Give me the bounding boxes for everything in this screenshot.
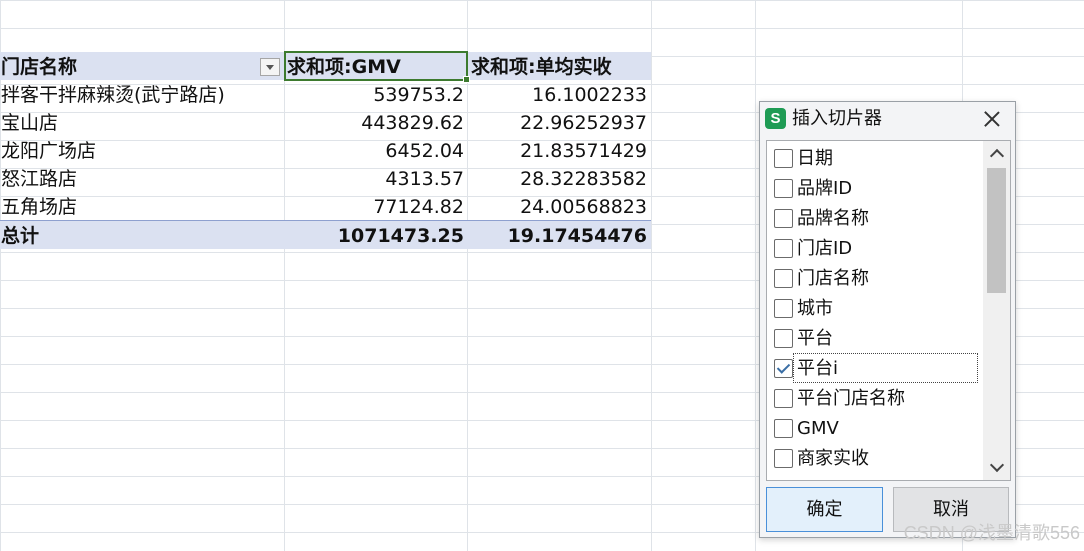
store-name-cell[interactable]: 五角场店 bbox=[0, 192, 283, 220]
checkbox[interactable] bbox=[774, 269, 793, 288]
field-option-label: 品牌ID bbox=[797, 178, 853, 199]
field-option-label: 平台门店名称 bbox=[797, 388, 905, 409]
checkbox[interactable] bbox=[774, 449, 793, 468]
gmv-cell[interactable]: 443829.62 bbox=[284, 108, 464, 136]
total-avg-receipt[interactable]: 19.17454476 bbox=[468, 221, 647, 249]
avg-receipt-cell[interactable]: 21.83571429 bbox=[468, 136, 647, 164]
total-gmv[interactable]: 1071473.25 bbox=[284, 221, 464, 249]
gmv-sum-header[interactable]: 求和项:GMV bbox=[284, 52, 467, 80]
pivot-row: 怒江路店 4313.57 28.32283582 bbox=[0, 164, 651, 192]
pivot-header-row: 门店名称 求和项:GMV 求和项:单均实收 bbox=[0, 52, 651, 80]
gmv-cell[interactable]: 539753.2 bbox=[284, 80, 464, 108]
checkbox[interactable] bbox=[774, 419, 793, 438]
field-option[interactable]: 门店ID bbox=[767, 235, 981, 261]
insert-slicer-dialog: S 插入切片器 日期品牌ID 品牌名称门店ID 门店名称城市平台平台i 平台门店名称 G… bbox=[759, 101, 1016, 538]
avg-receipt-cell[interactable]: 16.1002233 bbox=[468, 80, 647, 108]
store-name-cell[interactable]: 拌客干拌麻辣烫(武宁路店) bbox=[0, 80, 283, 108]
checkbox[interactable] bbox=[774, 209, 793, 228]
avg-receipt-cell[interactable]: 22.96252937 bbox=[468, 108, 647, 136]
gmv-cell[interactable]: 6452.04 bbox=[284, 136, 464, 164]
field-option-label: 日期 bbox=[797, 148, 833, 169]
scroll-up-button[interactable] bbox=[983, 141, 1010, 165]
checkbox[interactable] bbox=[774, 389, 793, 408]
checkbox[interactable] bbox=[774, 239, 793, 258]
field-option-label: 门店名称 bbox=[797, 268, 869, 289]
store-name-cell[interactable]: 龙阳广场店 bbox=[0, 136, 283, 164]
field-option-label: 平台 bbox=[797, 328, 833, 349]
scroll-down-button[interactable] bbox=[983, 456, 1010, 480]
checkbox[interactable] bbox=[774, 179, 793, 198]
field-list[interactable]: 日期品牌ID 品牌名称门店ID 门店名称城市平台平台i 平台门店名称 GMV 商家实收 bbox=[766, 140, 1011, 481]
field-option-label: 平台i bbox=[797, 358, 839, 379]
wps-app-icon: S bbox=[765, 108, 786, 129]
dialog-title: 插入切片器 bbox=[792, 108, 882, 129]
field-option[interactable]: 平台 bbox=[767, 325, 981, 351]
ok-button[interactable]: 确定 bbox=[766, 487, 883, 532]
total-label[interactable]: 总计 bbox=[0, 221, 283, 249]
field-option[interactable]: 品牌名称 bbox=[767, 205, 981, 231]
avg-receipt-sum-header[interactable]: 求和项:单均实收 bbox=[468, 52, 650, 80]
pivot-row: 五角场店 77124.82 24.00568823 bbox=[0, 192, 651, 220]
gmv-cell[interactable]: 77124.82 bbox=[284, 192, 464, 220]
scrollbar-thumb[interactable] bbox=[987, 168, 1006, 293]
checkbox-checked[interactable] bbox=[774, 359, 793, 378]
store-name-cell[interactable]: 怒江路店 bbox=[0, 164, 283, 192]
column-divider bbox=[651, 0, 652, 551]
field-option[interactable]: 门店名称 bbox=[767, 265, 981, 291]
dialog-title-bar[interactable]: S 插入切片器 bbox=[760, 102, 1015, 138]
close-icon[interactable] bbox=[981, 108, 1003, 130]
gmv-cell[interactable]: 4313.57 bbox=[284, 164, 464, 192]
filter-dropdown-button[interactable] bbox=[260, 58, 280, 76]
vertical-scrollbar[interactable] bbox=[983, 141, 1010, 480]
checkbox[interactable] bbox=[774, 299, 793, 318]
pivot-row: 拌客干拌麻辣烫(武宁路店) 539753.2 16.1002233 bbox=[0, 80, 651, 108]
chevron-up-icon bbox=[989, 148, 1005, 164]
field-option[interactable]: 商家实收 bbox=[767, 445, 981, 471]
column-divider bbox=[755, 0, 756, 551]
chevron-down-icon bbox=[989, 457, 1005, 473]
field-option[interactable]: 平台i bbox=[767, 353, 981, 383]
avg-receipt-cell[interactable]: 24.00568823 bbox=[468, 192, 647, 220]
field-option[interactable]: GMV bbox=[767, 415, 981, 441]
field-option[interactable]: 城市 bbox=[767, 295, 981, 321]
field-option[interactable]: 品牌ID bbox=[767, 175, 981, 201]
field-option-label: 商家实收 bbox=[797, 448, 869, 469]
store-name-header[interactable]: 门店名称 bbox=[0, 52, 283, 80]
pivot-total-row: 总计 1071473.25 19.17454476 bbox=[0, 220, 651, 249]
field-option-label: 品牌名称 bbox=[797, 208, 869, 229]
store-name-cell[interactable]: 宝山店 bbox=[0, 108, 283, 136]
field-option-label: GMV bbox=[797, 418, 839, 439]
dropdown-arrow-icon bbox=[266, 65, 274, 70]
watermark: CSDN @浅墨清歌556 bbox=[903, 523, 1080, 543]
field-option[interactable]: 日期 bbox=[767, 145, 981, 171]
pivot-row: 龙阳广场店 6452.04 21.83571429 bbox=[0, 136, 651, 164]
checkbox[interactable] bbox=[774, 329, 793, 348]
pivot-table: 门店名称 求和项:GMV 求和项:单均实收 拌客干拌麻辣烫(武宁路店) 53975… bbox=[0, 52, 651, 249]
checkbox[interactable] bbox=[774, 149, 793, 168]
field-option-label: 城市 bbox=[797, 298, 833, 319]
field-option-label: 门店ID bbox=[797, 238, 853, 259]
field-option[interactable]: 平台门店名称 bbox=[767, 385, 981, 411]
avg-receipt-cell[interactable]: 28.32283582 bbox=[468, 164, 647, 192]
pivot-row: 宝山店 443829.62 22.96252937 bbox=[0, 108, 651, 136]
